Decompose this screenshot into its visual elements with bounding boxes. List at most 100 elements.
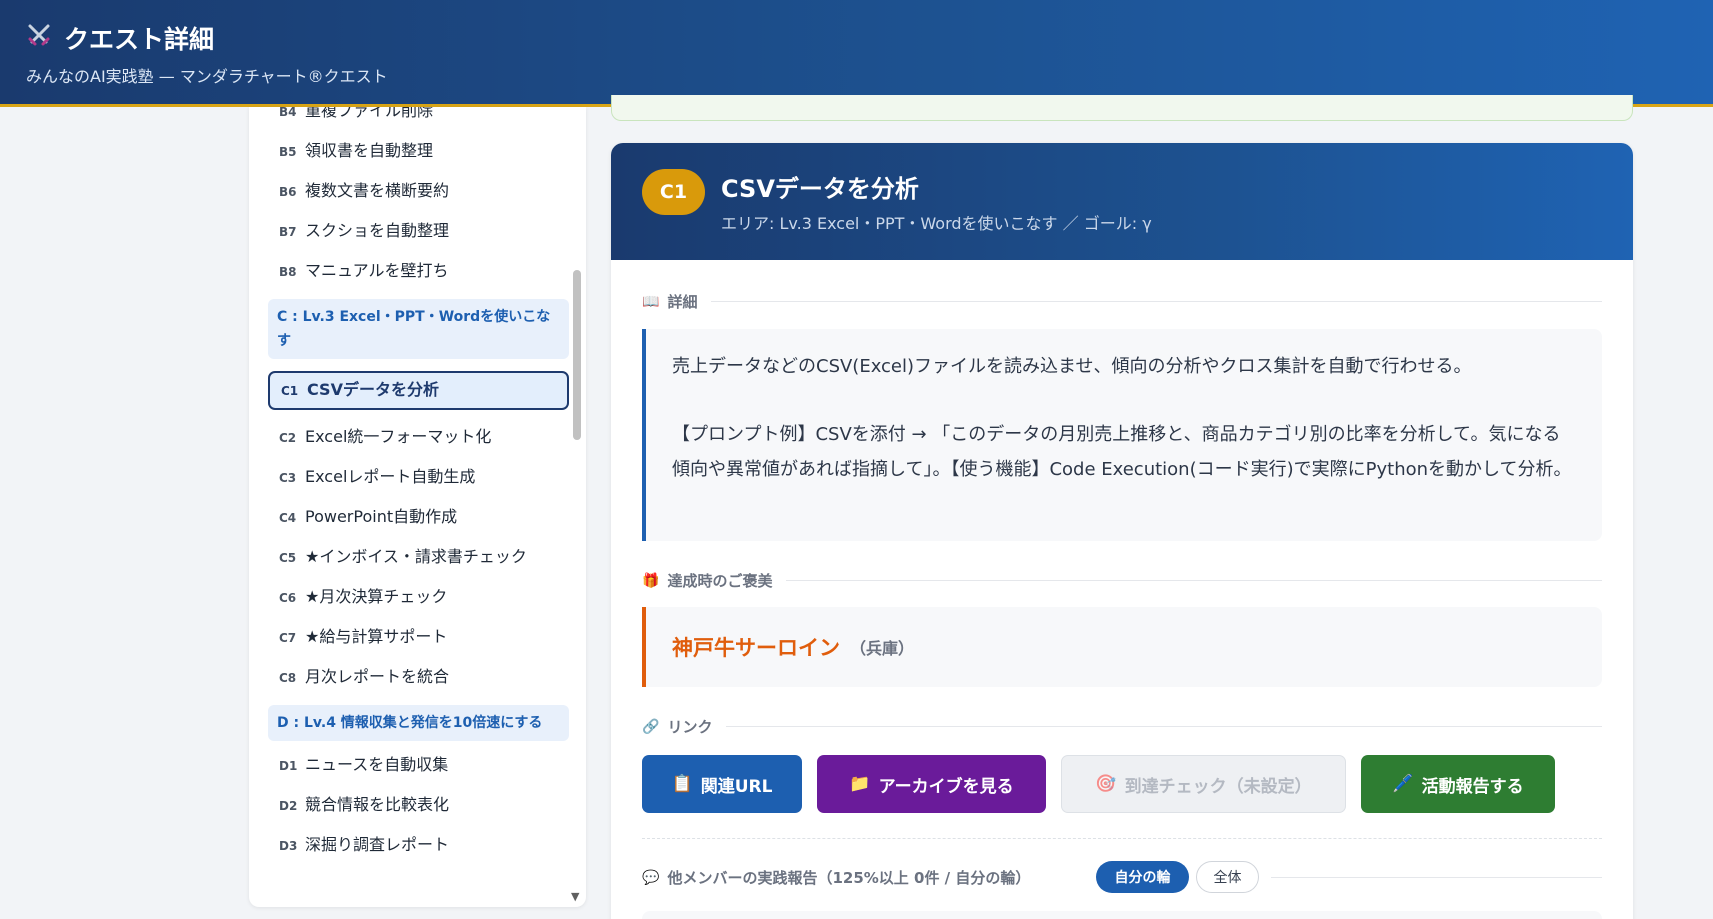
progress-check-button[interactable]: 🎯 到達チェック（未設定） bbox=[1061, 755, 1346, 813]
item-label: 領収書を自動整理 bbox=[305, 141, 434, 160]
item-code: B5 bbox=[279, 145, 297, 159]
sidebar-item-d3[interactable]: D3 深掘り調査レポート bbox=[249, 833, 569, 858]
filter-mine-button[interactable]: 自分の輪 bbox=[1096, 861, 1189, 893]
reward-section-heading: 🎁 達成時のご褒美 bbox=[642, 570, 1602, 591]
sidebar-item-c2[interactable]: C2 Excel統一フォーマット化 bbox=[249, 425, 569, 450]
previous-panel bbox=[611, 95, 1633, 121]
sidebar-item-c4[interactable]: C4 PowerPoint自動作成 bbox=[249, 505, 569, 530]
activity-report-button[interactable]: 🖊️ 活動報告する bbox=[1361, 755, 1555, 813]
crossed-swords-icon bbox=[26, 22, 52, 54]
sidebar-item-b5[interactable]: B5 領収書を自動整理 bbox=[249, 139, 569, 164]
sidebar-list: B4 重複ファイル削除 B5 領収書を自動整理 B6 複数文書を横断要約 B7 スクショ… bbox=[249, 107, 569, 873]
item-code: B8 bbox=[279, 265, 297, 279]
heading-divider bbox=[711, 301, 1602, 302]
item-code: C1 bbox=[281, 384, 299, 398]
archive-label: アーカイブを見る bbox=[878, 776, 1014, 797]
progress-check-label: 到達チェック（未設定） bbox=[1124, 776, 1312, 797]
reward-name: 神戸牛サーロイン bbox=[672, 636, 840, 660]
heading-divider bbox=[726, 726, 1602, 727]
item-label: ★インボイス・請求書チェック bbox=[305, 547, 527, 566]
item-code: C4 bbox=[279, 511, 297, 525]
item-code: C8 bbox=[279, 671, 297, 685]
related-url-button[interactable]: 📋 関連URL bbox=[642, 755, 802, 813]
sidebar-item-d1[interactable]: D1 ニュースを自動収集 bbox=[249, 753, 569, 778]
reward-label: 達成時のご褒美 bbox=[667, 572, 773, 590]
others-section-heading: 💬 他メンバーの実践報告（125%以上 0件 / 自分の輪） bbox=[642, 867, 1092, 888]
section-divider bbox=[642, 838, 1602, 839]
quest-meta: エリア: Lv.3 Excel・PPT・Wordを使いこなす ／ ゴール: γ bbox=[721, 214, 1152, 233]
sidebar-item-c6[interactable]: C6 ★月次決算チェック bbox=[249, 585, 569, 610]
item-label: スクショを自動整理 bbox=[305, 221, 450, 240]
item-label: 競合情報を比較表化 bbox=[305, 795, 450, 814]
pen-icon: 🖊️ bbox=[1392, 774, 1414, 794]
speech-bubble-icon: 💬 bbox=[642, 869, 660, 886]
item-code: C2 bbox=[279, 431, 297, 445]
sidebar-group-d: D : Lv.4 情報収集と発信を10倍速にする bbox=[268, 705, 569, 741]
item-label: Excelレポート自動生成 bbox=[305, 467, 476, 486]
item-code: C5 bbox=[279, 551, 297, 565]
item-label: 複数文書を横断要約 bbox=[305, 181, 450, 200]
folder-icon: 📁 bbox=[849, 774, 871, 794]
links-label: リンク bbox=[667, 718, 713, 736]
item-label: マニュアルを壁打ち bbox=[305, 261, 449, 280]
reward-box: 神戸牛サーロイン （兵庫） bbox=[642, 607, 1602, 687]
sidebar-item-c8[interactable]: C8 月次レポートを統合 bbox=[249, 665, 569, 690]
reward-region: （兵庫） bbox=[850, 639, 915, 658]
link-icon: 🔗 bbox=[642, 718, 660, 735]
item-code: C3 bbox=[279, 471, 297, 485]
detail-prompt-example: 【プロンプト例】CSVを添付 → 「このデータの月別売上推移と、商品カテゴリ別の… bbox=[672, 424, 1572, 480]
page-title: クエスト詳細 bbox=[64, 25, 215, 54]
sidebar-item-b6[interactable]: B6 複数文書を横断要約 bbox=[249, 179, 569, 204]
sidebar-item-c3[interactable]: C3 Excelレポート自動生成 bbox=[249, 465, 569, 490]
sidebar-item-d2[interactable]: D2 競合情報を比較表化 bbox=[249, 793, 569, 818]
sidebar-item-b8[interactable]: B8 マニュアルを壁打ち bbox=[249, 259, 569, 284]
sidebar-item-c7[interactable]: C7 ★給与計算サポート bbox=[249, 625, 569, 650]
item-label: PowerPoint自動作成 bbox=[305, 507, 458, 526]
related-url-label: 関連URL bbox=[700, 776, 773, 797]
item-label: 月次レポートを統合 bbox=[305, 667, 450, 686]
quest-code-badge: C1 bbox=[642, 169, 705, 215]
sidebar-item-c5[interactable]: C5 ★インボイス・請求書チェック bbox=[249, 545, 569, 570]
detail-description: 売上データなどのCSV(Excel)ファイルを読み込ませ、傾向の分析やクロス集計… bbox=[672, 356, 1472, 377]
book-icon: 📖 bbox=[642, 293, 660, 310]
quest-sidebar[interactable]: B4 重複ファイル削除 B5 領収書を自動整理 B6 複数文書を横断要約 B7 スクショ… bbox=[249, 107, 586, 907]
detail-box: 売上データなどのCSV(Excel)ファイルを読み込ませ、傾向の分析やクロス集計… bbox=[642, 329, 1602, 541]
item-label: Excel統一フォーマット化 bbox=[305, 427, 492, 446]
clipboard-icon: 📋 bbox=[671, 774, 693, 794]
item-label: 深掘り調査レポート bbox=[305, 835, 450, 854]
heading-divider bbox=[1271, 877, 1602, 878]
activity-report-label: 活動報告する bbox=[1421, 776, 1524, 797]
app-header: クエスト詳細 みんなのAI実践塾 — マンダラチャート®クエスト bbox=[0, 0, 1713, 107]
item-label: ★給与計算サポート bbox=[305, 627, 448, 646]
item-label: CSVデータを分析 bbox=[307, 380, 439, 399]
filter-all-button[interactable]: 全体 bbox=[1196, 861, 1259, 893]
sidebar-item-c1[interactable]: C1 CSVデータを分析 bbox=[268, 371, 569, 410]
heading-divider bbox=[786, 580, 1602, 581]
item-code: B6 bbox=[279, 185, 297, 199]
item-code: B4 bbox=[279, 107, 297, 119]
item-code: C6 bbox=[279, 591, 297, 605]
detail-section-heading: 📖 詳細 bbox=[642, 291, 1602, 312]
item-label: 重複ファイル削除 bbox=[305, 107, 434, 120]
item-code: C7 bbox=[279, 631, 297, 645]
item-label: ★月次決算チェック bbox=[305, 587, 448, 606]
quest-card-header: C1 CSVデータを分析 エリア: Lv.3 Excel・PPT・Wordを使い… bbox=[611, 143, 1633, 260]
item-label: ニュースを自動収集 bbox=[305, 755, 449, 774]
sidebar-item-b7[interactable]: B7 スクショを自動整理 bbox=[249, 219, 569, 244]
archive-button[interactable]: 📁 アーカイブを見る bbox=[817, 755, 1046, 813]
detail-label: 詳細 bbox=[667, 293, 698, 311]
item-code: D1 bbox=[279, 759, 298, 773]
item-code: D3 bbox=[279, 839, 298, 853]
page-subtitle: みんなのAI実践塾 — マンダラチャート®クエスト bbox=[26, 67, 388, 86]
others-label: 他メンバーの実践報告（125%以上 0件 / 自分の輪） bbox=[667, 869, 1031, 887]
sidebar-scrollbar[interactable]: ▼ bbox=[571, 107, 583, 907]
item-code: D2 bbox=[279, 799, 298, 813]
target-icon: 🎯 bbox=[1095, 774, 1117, 794]
quest-card: C1 CSVデータを分析 エリア: Lv.3 Excel・PPT・Wordを使い… bbox=[611, 143, 1633, 919]
scrollbar-thumb[interactable] bbox=[573, 270, 581, 440]
quest-title: CSVデータを分析 bbox=[721, 175, 919, 203]
reports-list-top bbox=[642, 911, 1602, 919]
sidebar-item-b4[interactable]: B4 重複ファイル削除 bbox=[249, 107, 569, 124]
scroll-down-arrow-icon[interactable]: ▼ bbox=[571, 890, 579, 903]
links-section-heading: 🔗 リンク bbox=[642, 716, 1602, 737]
